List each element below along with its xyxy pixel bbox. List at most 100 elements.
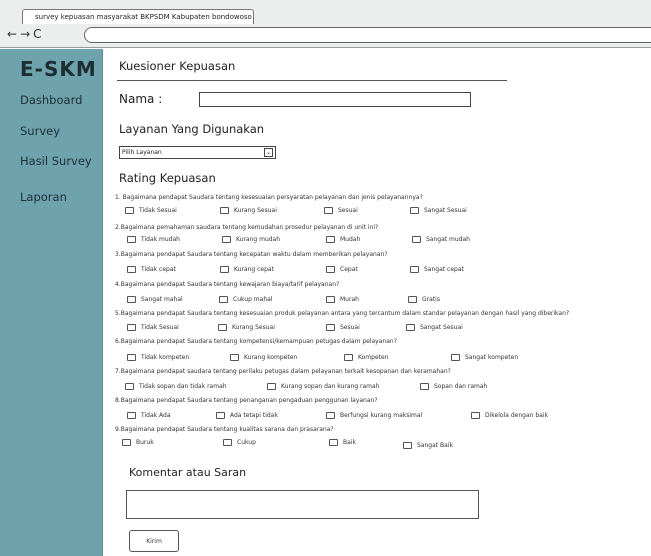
q4-option-1[interactable]: Sangat mahal (127, 296, 183, 303)
q7-option-2[interactable]: Kurang sopan dan kurang ramah (267, 383, 380, 390)
option-label: Cukup mahal (233, 296, 273, 303)
page-title: Kuesioner Kepuasan (119, 59, 236, 73)
checkbox[interactable] (410, 207, 419, 214)
checkbox[interactable] (329, 439, 338, 446)
q5-option-4[interactable]: Sangat Sesuai (406, 324, 463, 331)
checkbox[interactable] (127, 266, 136, 273)
checkbox[interactable] (267, 383, 276, 390)
q6-option-2[interactable]: Kurang kompeten (230, 354, 297, 361)
sidebar-item-laporan[interactable]: Laporan (20, 190, 67, 204)
checkbox[interactable] (127, 296, 136, 303)
option-label: Tidak mudah (141, 236, 180, 243)
q6-option-4[interactable]: Sangat kompeten (451, 354, 518, 361)
q4-option-3[interactable]: Murah (326, 296, 359, 303)
checkbox[interactable] (216, 412, 225, 419)
checkbox[interactable] (127, 412, 136, 419)
checkbox[interactable] (324, 207, 333, 214)
forward-arrow-icon[interactable]: → (20, 27, 33, 41)
q1-option-3[interactable]: Sesuai (324, 207, 358, 214)
title-divider (117, 80, 507, 81)
q2-option-4[interactable]: Sangat mudah (412, 236, 470, 243)
question-3: 3.Bagaimana pendapat Saudara tentang kec… (115, 251, 388, 258)
question-7: 7.Bagaimana pendapat saudara tentang per… (115, 368, 451, 375)
q5-option-2[interactable]: Kurang Sesuai (218, 324, 275, 331)
option-label: Cepat (340, 266, 358, 273)
q5-option-1[interactable]: Tidak Sesuai (127, 324, 179, 331)
browser-nav: ←→C (7, 27, 45, 41)
checkbox[interactable] (403, 442, 412, 449)
checkbox[interactable] (451, 354, 460, 361)
option-label: Tidak sopan dan tidak ramah (139, 383, 227, 390)
checkbox[interactable] (220, 266, 229, 273)
q8-option-3[interactable]: Berfungsi kurang maksimal (326, 412, 422, 419)
checkbox[interactable] (326, 412, 335, 419)
q6-option-3[interactable]: Kompeten (344, 354, 389, 361)
q3-option-2[interactable]: Kurang cepat (220, 266, 274, 273)
komentar-textarea[interactable] (126, 490, 479, 519)
q2-option-3[interactable]: Mudah (326, 236, 360, 243)
name-input[interactable] (199, 92, 471, 107)
checkbox[interactable] (122, 439, 131, 446)
sidebar-item-survey[interactable]: Survey (20, 124, 60, 138)
checkbox[interactable] (220, 207, 229, 214)
checkbox[interactable] (230, 354, 239, 361)
checkbox[interactable] (219, 296, 228, 303)
sidebar-item-dashboard[interactable]: Dashboard (20, 93, 82, 107)
question-2: 2.Bagaimana pemahaman saudara tentang ke… (115, 224, 379, 231)
q7-option-3[interactable]: Sopan dan ramah (420, 383, 487, 390)
checkbox[interactable] (412, 236, 421, 243)
q5-option-3[interactable]: Sesuai (326, 324, 360, 331)
q3-option-3[interactable]: Cepat (326, 266, 358, 273)
q4-option-2[interactable]: Cukup mahal (219, 296, 272, 303)
checkbox[interactable] (127, 354, 136, 361)
checkbox[interactable] (326, 236, 335, 243)
checkbox[interactable] (223, 439, 232, 446)
checkbox[interactable] (218, 324, 227, 331)
q9-option-4[interactable]: Sangat Baik (403, 442, 453, 449)
q1-option-2[interactable]: Kurang Sesuai (220, 207, 277, 214)
back-arrow-icon[interactable]: ← (7, 27, 20, 41)
q2-option-2[interactable]: Kurang mudah (222, 236, 280, 243)
refresh-icon[interactable]: C (33, 27, 44, 41)
option-label: Sangat Sesuai (424, 207, 467, 214)
q8-option-2[interactable]: Ada tetapi tidak (216, 412, 278, 419)
address-bar[interactable] (84, 27, 651, 43)
checkbox[interactable] (420, 383, 429, 390)
submit-button[interactable]: Kirim (129, 530, 179, 552)
checkbox[interactable] (326, 266, 335, 273)
q6-option-1[interactable]: Tidak kompeten (127, 354, 189, 361)
checkbox[interactable] (127, 324, 136, 331)
q3-option-4[interactable]: Sangat cepat (410, 266, 464, 273)
checkbox[interactable] (326, 324, 335, 331)
option-label: Kurang Sesuai (232, 324, 275, 331)
browser-tab[interactable]: survey kepuasan masyarakat BKPSDM Kabupa… (22, 9, 254, 24)
sidebar-item-hasil-survey[interactable]: Hasil Survey (20, 154, 92, 168)
checkbox[interactable] (410, 266, 419, 273)
option-label: Sangat Baik (417, 442, 453, 449)
q9-option-1[interactable]: Buruk (122, 439, 154, 446)
checkbox[interactable] (127, 236, 136, 243)
q9-option-2[interactable]: Cukup (223, 439, 256, 446)
q8-option-4[interactable]: Dikelola dengan baik (471, 412, 548, 419)
option-label: Kurang kompeten (244, 354, 298, 361)
layanan-select[interactable]: Pilih Layanan ⌄ (119, 146, 276, 159)
checkbox[interactable] (471, 412, 480, 419)
question-8: 8.Bagaimana pendapat Saudara tentang pen… (115, 397, 378, 404)
q1-option-4[interactable]: Sangat Sesuai (410, 207, 467, 214)
option-label: Dikelola dengan baik (485, 412, 548, 419)
checkbox[interactable] (222, 236, 231, 243)
q9-option-3[interactable]: Baik (329, 439, 356, 446)
q1-option-1[interactable]: Tidak Sesuai (125, 207, 177, 214)
checkbox[interactable] (408, 296, 417, 303)
checkbox[interactable] (125, 383, 134, 390)
option-label: Ada tetapi tidak (230, 412, 278, 419)
q8-option-1[interactable]: Tidak Ada (127, 412, 171, 419)
q4-option-4[interactable]: Gratis (408, 296, 440, 303)
checkbox[interactable] (125, 207, 134, 214)
checkbox[interactable] (344, 354, 353, 361)
q3-option-1[interactable]: Tidak cepat (127, 266, 176, 273)
q2-option-1[interactable]: Tidak mudah (127, 236, 180, 243)
q7-option-1[interactable]: Tidak sopan dan tidak ramah (125, 383, 227, 390)
checkbox[interactable] (406, 324, 415, 331)
checkbox[interactable] (326, 296, 335, 303)
